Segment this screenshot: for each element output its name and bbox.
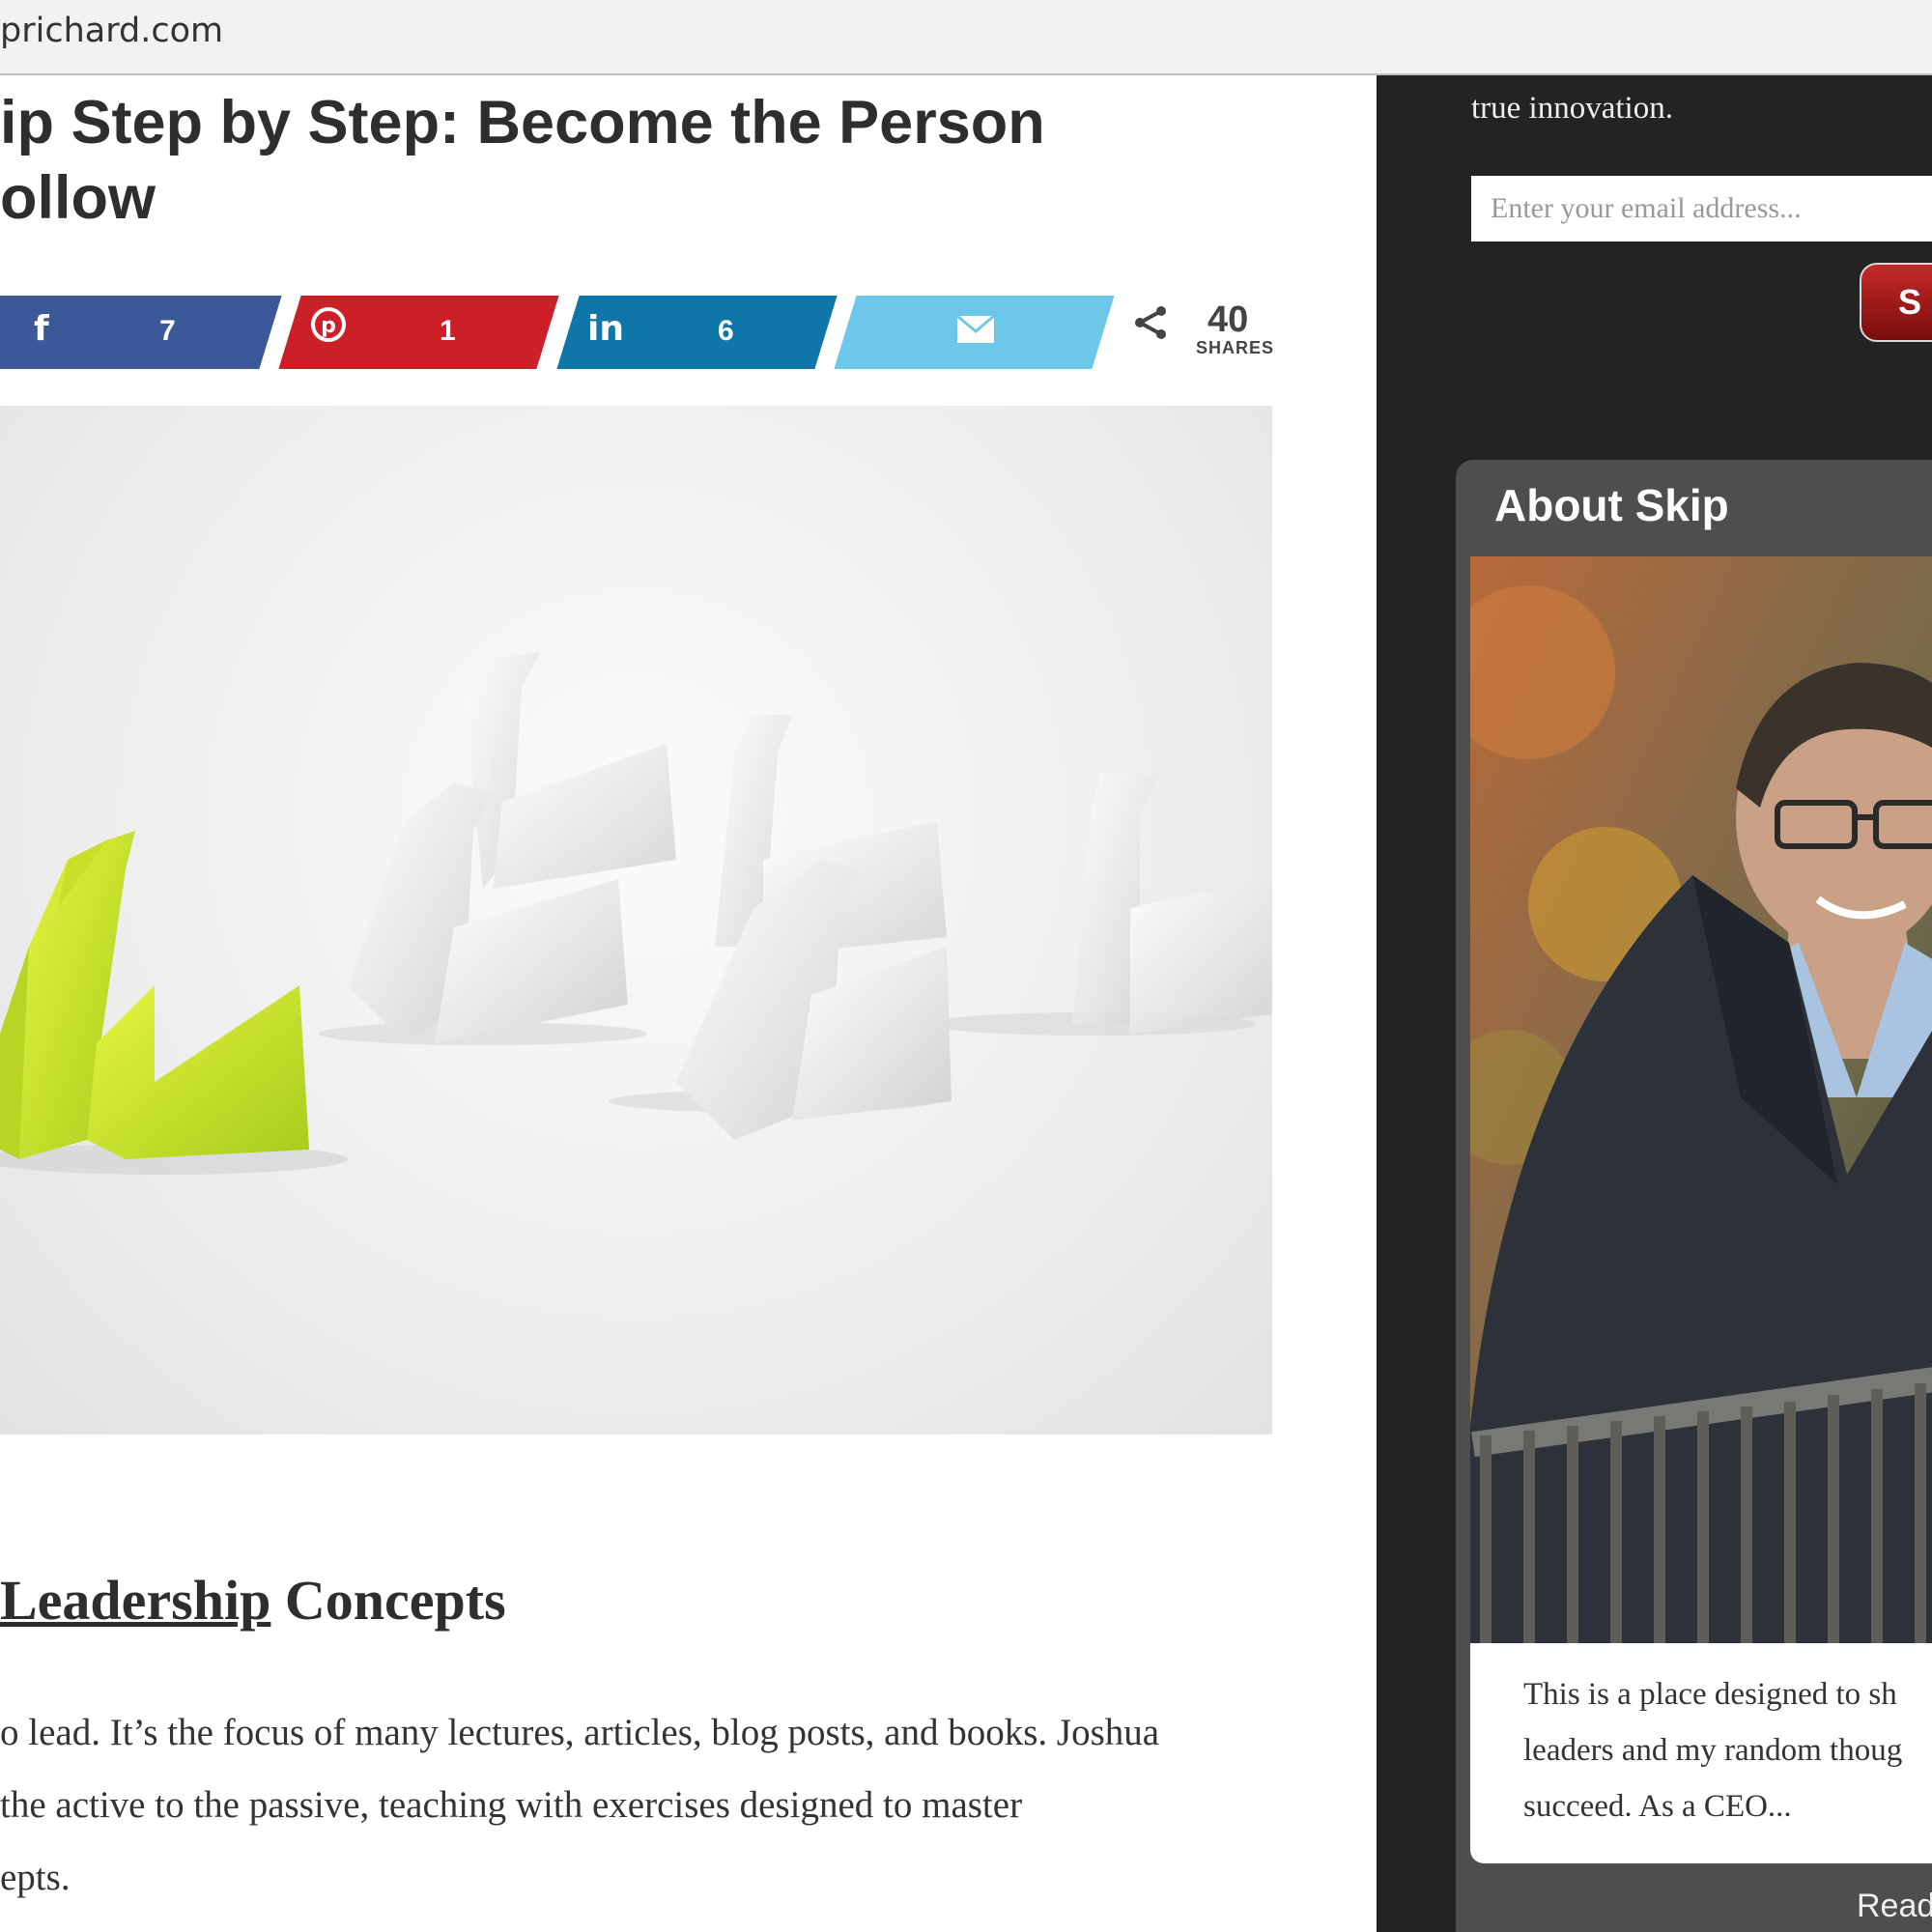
about-text-line-3: succeed. As a CEO... — [1523, 1789, 1792, 1824]
subscribe-button[interactable]: S — [1860, 263, 1932, 342]
url-text: prichard.com — [0, 12, 224, 50]
svg-text:p: p — [321, 314, 336, 338]
about-title: About Skip — [1494, 480, 1729, 530]
paragraph-line-3: epts. — [0, 1857, 71, 1898]
envelope-icon — [956, 313, 995, 353]
email-input[interactable] — [1471, 176, 1932, 242]
facebook-share-count: 7 — [159, 315, 176, 347]
total-shares-label: SHARES — [1196, 338, 1275, 357]
facebook-icon: f — [34, 309, 49, 349]
email-share-button[interactable] — [834, 296, 1115, 369]
article-title-line-1: ip Step by Step: Become the Person — [0, 89, 1045, 156]
hero-image — [0, 406, 1272, 1435]
linkedin-icon: in — [587, 309, 624, 349]
paragraph-line-1: o lead. It’s the focus of many lectures,… — [0, 1712, 1160, 1753]
paragraph-line-2: the active to the passive, teaching with… — [0, 1784, 1023, 1826]
about-text-line-1: This is a place designed to sh — [1523, 1677, 1897, 1712]
newsletter-intro-text: true innovation. — [1471, 91, 1673, 126]
total-shares-count: 40 — [1208, 299, 1249, 340]
about-text-line-2: leaders and my random thoug — [1523, 1733, 1903, 1768]
author-portrait — [1470, 556, 1932, 1643]
linkedin-share-count: 6 — [718, 315, 734, 347]
share-icon — [1135, 306, 1166, 339]
origami-swans-illustration — [0, 652, 1272, 1175]
pinterest-share-count: 1 — [440, 315, 456, 347]
linkedin-share-button[interactable]: in 6 — [556, 296, 838, 369]
about-widget: About Skip This is a place designed to s… — [1456, 460, 1932, 1932]
sidebar: true innovation. S About Skip — [1377, 75, 1932, 1932]
section-heading: Leadership Concepts — [0, 1568, 506, 1633]
about-text: This is a place designed to sh leaders a… — [1470, 1643, 1932, 1863]
section-heading-rest: Concepts — [270, 1569, 506, 1632]
read-more-link[interactable]: Read — [1857, 1888, 1932, 1925]
article-title-line-2: ollow — [0, 164, 156, 232]
article: ip Step by Step: Become the Person ollow… — [0, 75, 1377, 1932]
leadership-link[interactable]: Leadership — [0, 1569, 270, 1632]
address-bar[interactable]: prichard.com — [0, 0, 1932, 75]
author-photo — [1470, 556, 1932, 1643]
facebook-share-button[interactable]: f 7 — [0, 296, 282, 369]
pinterest-share-button[interactable]: p 1 — [278, 296, 559, 369]
pinterest-icon: p — [309, 305, 348, 353]
article-title: ip Step by Step: Become the Person ollow — [0, 85, 1352, 236]
